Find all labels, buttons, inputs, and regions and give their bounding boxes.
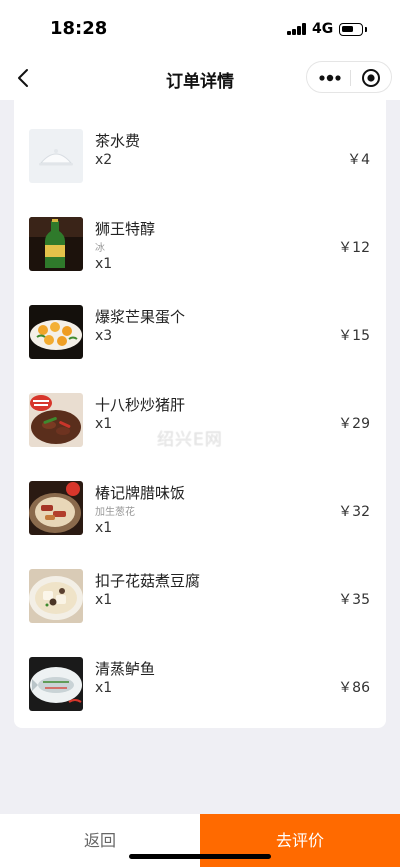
- order-item: 狮王特醇 冰 x1 ￥12: [14, 188, 386, 276]
- home-indicator: [129, 854, 271, 859]
- order-item: 扣子花菇煮豆腐 x1 ￥35: [14, 540, 386, 628]
- item-note: 加生葱花: [95, 507, 135, 518]
- order-item: 茶水费 x2 ￥4: [14, 100, 386, 188]
- item-quantity: x1: [95, 416, 113, 432]
- item-thumbnail: [29, 129, 83, 183]
- watermark: 绍兴E网: [157, 430, 223, 450]
- item-price: ￥4: [347, 152, 370, 168]
- nav-bar: 订单详情: [0, 56, 400, 100]
- item-price: ￥15: [338, 328, 370, 344]
- close-circle-icon[interactable]: [361, 68, 381, 88]
- item-name: 爆浆芒果蛋个: [95, 308, 186, 326]
- review-button[interactable]: 去评价: [200, 814, 400, 867]
- item-name: 茶水费: [95, 132, 141, 150]
- item-name: 椿记牌腊味饭: [95, 484, 186, 502]
- bottom-action-bar: 返回 去评价: [0, 814, 400, 867]
- order-item: 椿记牌腊味饭 加生葱花 x1 ￥32: [14, 452, 386, 540]
- item-quantity: x1: [95, 520, 113, 536]
- order-item: 爆浆芒果蛋个 x3 ￥15: [14, 276, 386, 364]
- item-quantity: x3: [95, 328, 113, 344]
- item-thumbnail: [29, 569, 83, 623]
- item-name: 扣子花菇煮豆腐: [95, 572, 201, 590]
- item-name: 清蒸鲈鱼: [95, 660, 156, 678]
- item-thumbnail: [29, 657, 83, 711]
- capsule-divider: [350, 70, 351, 86]
- item-thumbnail: [29, 217, 83, 271]
- network-type: 4G: [312, 21, 334, 37]
- item-quantity: x2: [95, 152, 113, 168]
- item-price: ￥32: [338, 504, 370, 520]
- item-price: ￥29: [338, 416, 370, 432]
- item-thumbnail: [29, 393, 83, 447]
- item-name: 十八秒炒猪肝: [95, 396, 186, 414]
- status-time: 18:28: [50, 18, 108, 39]
- battery-icon: [339, 23, 367, 36]
- item-price: ￥86: [338, 680, 370, 696]
- order-items-card: 茶水费 x2 ￥4 狮王特醇 冰 x1 ￥12 爆浆芒果蛋个 x3 ￥15 十八…: [14, 100, 386, 728]
- item-thumbnail: [29, 305, 83, 359]
- signal-icon: [287, 23, 307, 35]
- item-quantity: x1: [95, 592, 113, 608]
- item-name: 狮王特醇: [95, 220, 156, 238]
- item-price: ￥12: [338, 240, 370, 256]
- item-price: ￥35: [338, 592, 370, 608]
- mini-program-capsule: [306, 61, 392, 93]
- order-item: 清蒸鲈鱼 x1 ￥86: [14, 628, 386, 716]
- more-dots-icon[interactable]: [316, 70, 344, 86]
- item-quantity: x1: [95, 256, 113, 272]
- status-bar: 18:28 4G: [0, 0, 400, 56]
- item-thumbnail: [29, 481, 83, 535]
- back-button[interactable]: 返回: [0, 814, 200, 867]
- item-quantity: x1: [95, 680, 113, 696]
- item-note: 冰: [95, 243, 105, 254]
